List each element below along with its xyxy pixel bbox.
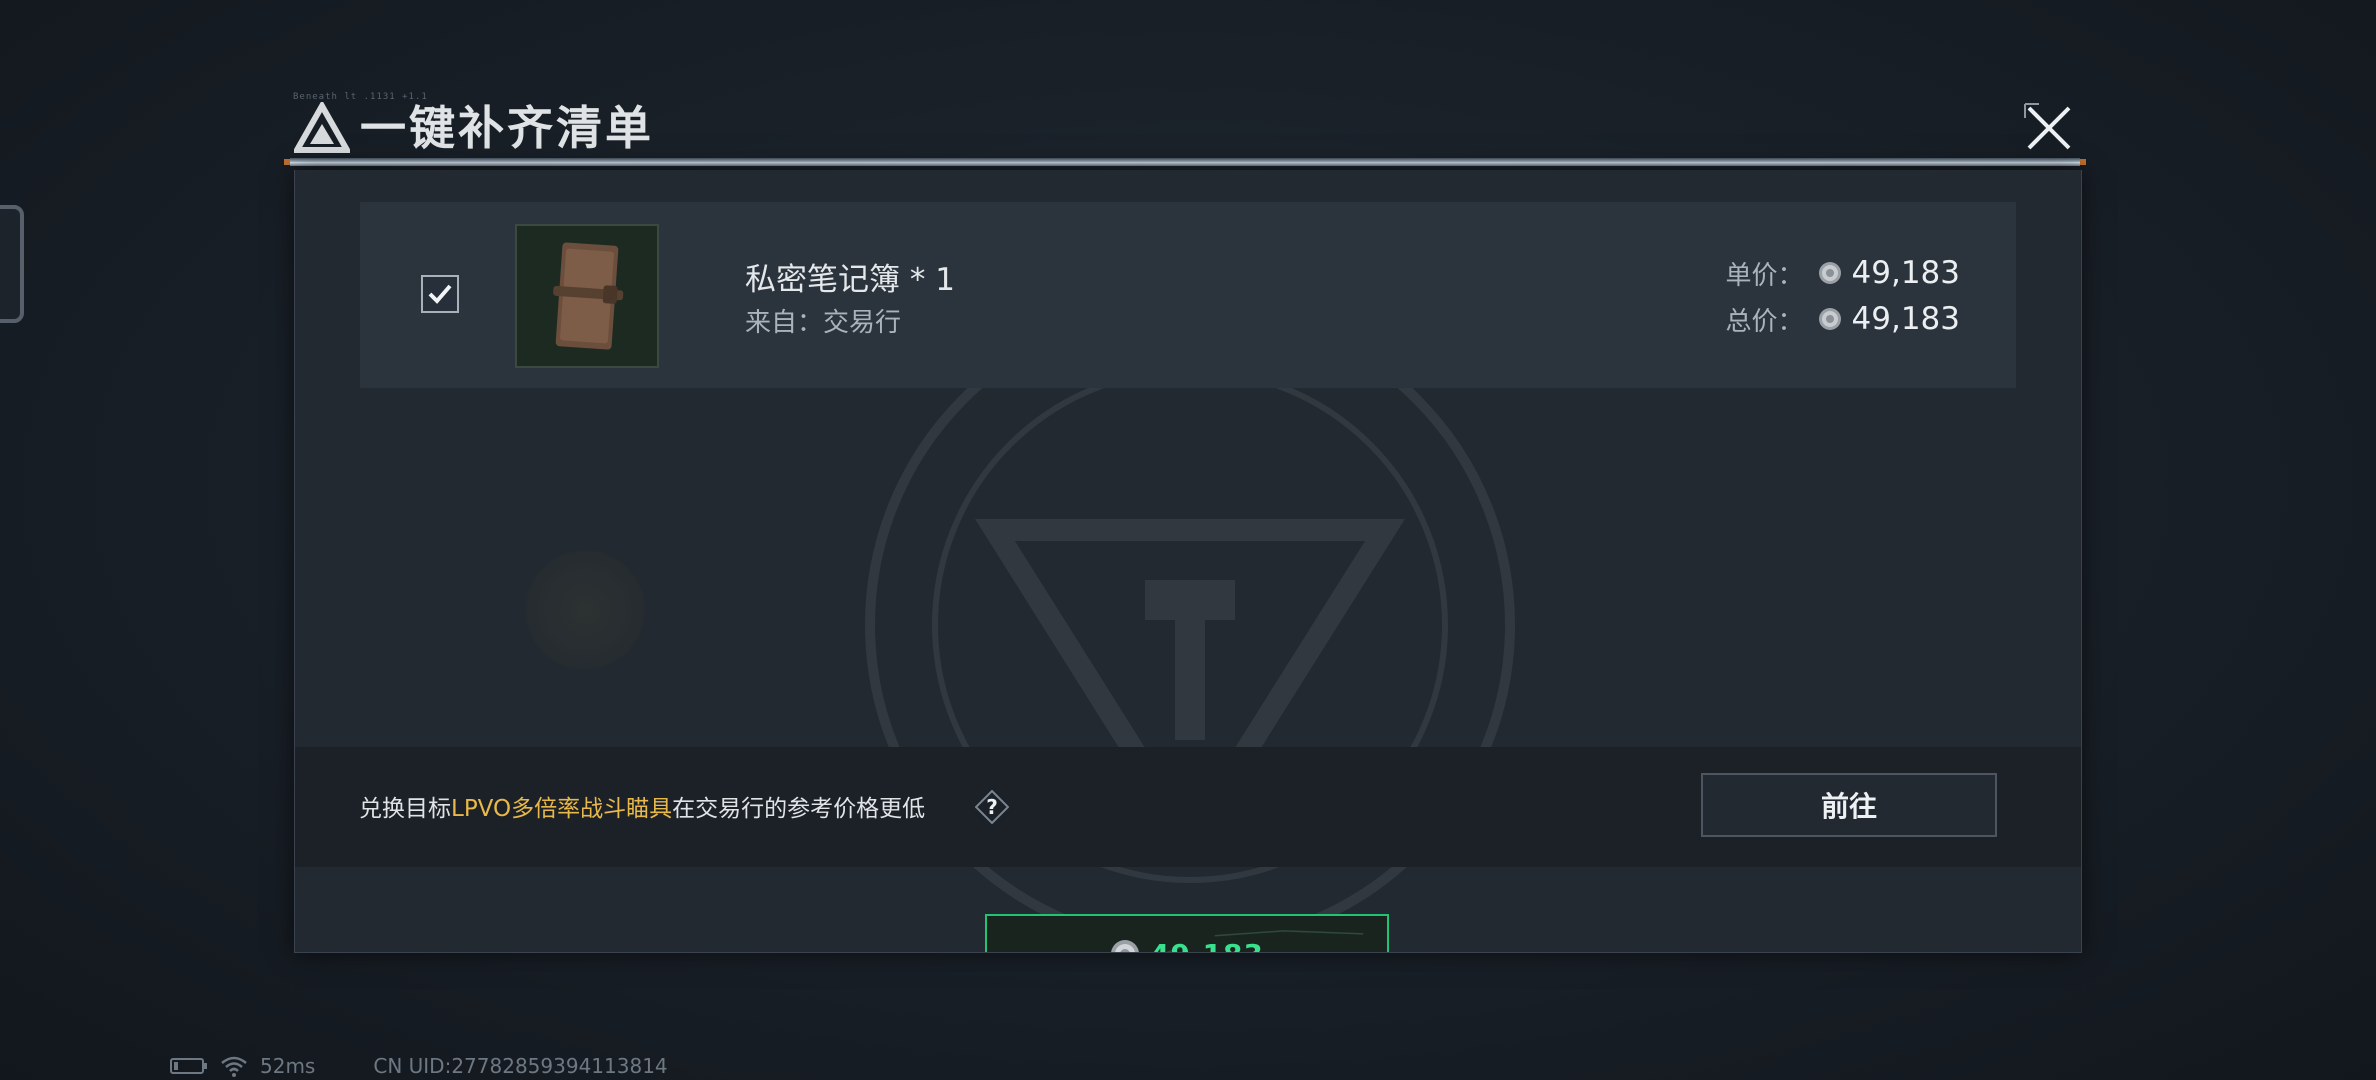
- price-block: 单价： 49,183 总价： 49,183: [1620, 250, 1961, 342]
- leather-notebook-icon: [553, 242, 624, 350]
- dialog-title: 一键补齐清单: [360, 101, 654, 155]
- hint-prefix: 兑换目标: [359, 796, 451, 822]
- delta-logo-icon: [294, 102, 350, 153]
- svg-text:?: ?: [986, 795, 998, 819]
- user-uid: CN UID:27782859394113814: [373, 1054, 668, 1078]
- battery-icon: [170, 1058, 207, 1074]
- title-divider: [284, 158, 2086, 166]
- unit-price-label: 单价：: [1725, 260, 1804, 291]
- list-item[interactable]: 私密笔记簿 * 1 来自：交易行 单价： 49,183 总价： 49,183: [360, 202, 2016, 388]
- confirm-purchase-button[interactable]: 49,183: [985, 914, 1389, 953]
- help-button[interactable]: ?: [974, 789, 1010, 825]
- go-to-exchange-button[interactable]: 前往: [1701, 773, 1997, 837]
- total-price-value: 49,183: [1851, 301, 1960, 337]
- dialog-title-bar: Beneath lt .1131 +1.1 一键补齐清单: [284, 92, 2086, 170]
- coin-icon: [1111, 940, 1139, 952]
- total-price-line: 总价： 49,183: [1620, 296, 1961, 342]
- hint-target-item: LPVO多倍率战斗瞄具: [451, 796, 673, 822]
- item-checkbox[interactable]: [421, 275, 459, 313]
- check-icon: [428, 284, 452, 304]
- hint-text: 兑换目标LPVO多倍率战斗瞄具在交易行的参考价格更低: [359, 789, 925, 823]
- hint-suffix: 在交易行的参考价格更低: [672, 796, 926, 822]
- question-diamond-icon: ?: [974, 789, 1010, 825]
- unit-price-line: 单价： 49,183: [1620, 250, 1961, 296]
- status-bar: 52ms CN UID:27782859394113814: [170, 1054, 668, 1078]
- item-source: 来自：交易行: [745, 308, 902, 338]
- close-x-icon: [2024, 103, 2071, 150]
- side-panel-edge: [0, 205, 24, 323]
- item-name: 私密笔记簿 * 1: [745, 262, 955, 298]
- wifi-icon: [221, 1056, 247, 1077]
- cheaper-exchange-hint: 兑换目标LPVO多倍率战斗瞄具在交易行的参考价格更低 ? 前往: [295, 747, 2081, 867]
- dialog-body: 私密笔记簿 * 1 来自：交易行 单价： 49,183 总价： 49,183 兑…: [294, 170, 2082, 953]
- item-thumbnail: [515, 224, 659, 368]
- background-glow: [525, 550, 645, 670]
- confirm-amount: 49,183: [1150, 938, 1264, 953]
- restock-list-dialog: Beneath lt .1131 +1.1 一键补齐清单 私密笔记簿 * 1 来…: [284, 92, 2086, 954]
- coin-icon: [1818, 308, 1841, 330]
- ping-text: 52ms: [260, 1054, 316, 1078]
- close-button[interactable]: [2023, 102, 2075, 154]
- coin-icon: [1818, 262, 1841, 284]
- unit-price-value: 49,183: [1851, 255, 1960, 291]
- total-price-label: 总价：: [1725, 306, 1804, 337]
